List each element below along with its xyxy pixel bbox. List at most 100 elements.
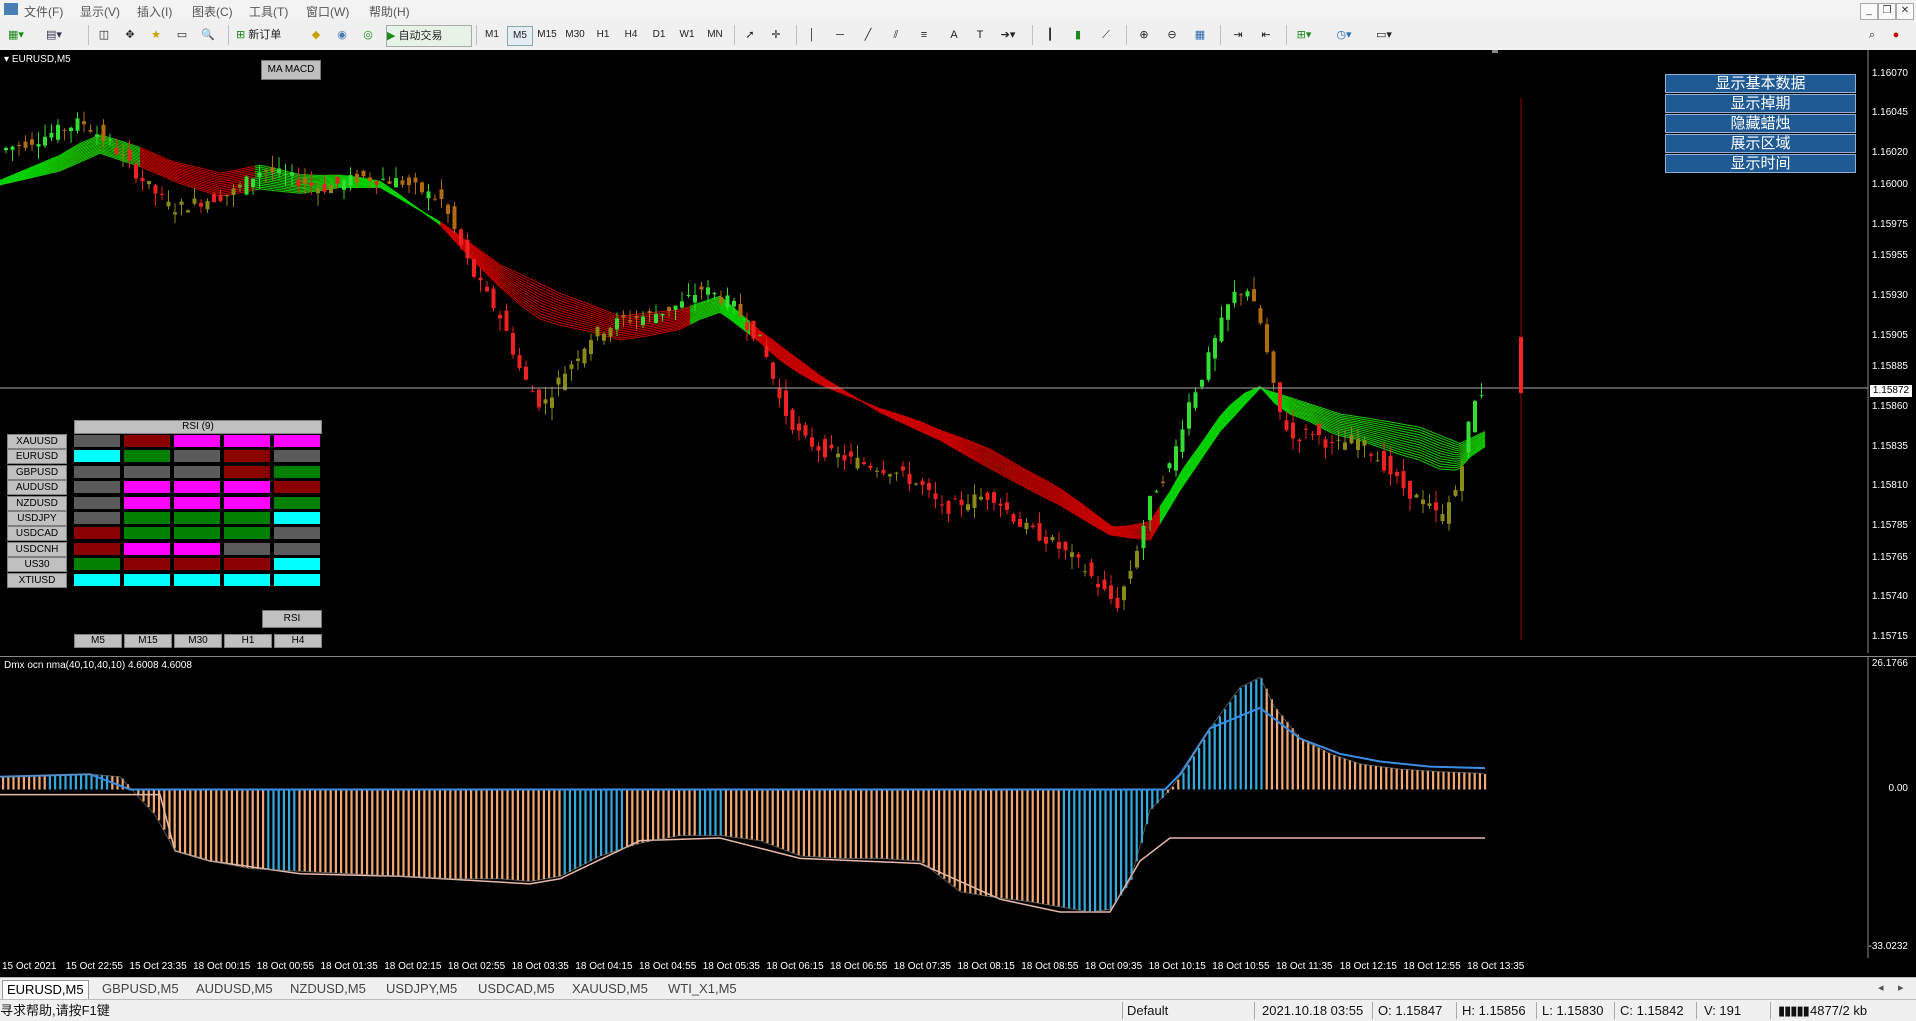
tab-gbpusd[interactable]: GBPUSD,M5 [98, 980, 183, 998]
line-chart-icon[interactable]: ⟋ [1096, 25, 1116, 45]
auto-scroll-icon[interactable]: ⇥ [1228, 25, 1248, 45]
show-zone-button[interactable]: 展示区域 [1665, 134, 1856, 153]
histogram-bar [251, 789, 254, 869]
candle-body [459, 229, 463, 246]
tf-m5[interactable]: M5 [507, 26, 533, 46]
price-pane[interactable]: ▾ EURUSD,M5 MA MACD 显示基本数据 显示掉期 隐藏蜡烛 展示区… [0, 50, 1916, 653]
navigator-icon[interactable]: ★ [146, 25, 166, 45]
metaeditor-icon[interactable]: ◆ [306, 25, 326, 45]
tf-m15[interactable]: M15 [535, 26, 559, 44]
tab-wti[interactable]: WTI_X1,M5 [664, 980, 741, 998]
menu-insert[interactable]: 插入(I) [137, 3, 172, 20]
tab-nzdusd[interactable]: NZDUSD,M5 [286, 980, 370, 998]
options-icon[interactable]: ◉ [332, 25, 352, 45]
histogram-bar [1296, 734, 1299, 790]
alert-icon[interactable]: ● [1886, 25, 1906, 45]
candle-body [706, 287, 710, 295]
menu-help[interactable]: 帮助(H) [369, 3, 410, 20]
zoom-in-icon[interactable]: ⊕ [1134, 25, 1154, 45]
time-tick-label: 18 Oct 08:15 [957, 961, 1015, 972]
search-icon[interactable]: ⌕ [1862, 25, 1882, 45]
channel-icon[interactable]: ⫽ [886, 25, 906, 45]
cursor-icon[interactable]: ➚ [740, 25, 760, 45]
tab-audusd[interactable]: AUDUSD,M5 [192, 980, 277, 998]
terminal-icon[interactable]: ▭ [172, 25, 192, 45]
histogram-bar [360, 789, 363, 875]
chart-window[interactable]: ▾ EURUSD,M5 MA MACD 显示基本数据 显示掉期 隐藏蜡烛 展示区… [0, 50, 1916, 977]
candle-body [1453, 489, 1458, 496]
candlestick-icon[interactable]: ▮ [1068, 25, 1088, 45]
tf-mn[interactable]: MN [703, 26, 727, 44]
indicators-icon[interactable]: ⊞▾ [1294, 25, 1314, 45]
menu-window[interactable]: 窗口(W) [306, 3, 349, 20]
ma-macd-button[interactable]: MA MACD [261, 60, 321, 80]
market-watch-icon[interactable]: ◫ [94, 25, 114, 45]
oscillator-chart[interactable] [0, 656, 1916, 958]
profiles-icon[interactable]: ▤▾ [44, 25, 64, 45]
menu-tools[interactable]: 工具(T) [249, 3, 288, 20]
candle-body [1102, 579, 1107, 590]
candle-body [1447, 502, 1451, 524]
minimize-icon[interactable]: _ [1860, 3, 1878, 20]
zoom-out-icon[interactable]: ⊖ [1162, 25, 1182, 45]
tf-h1[interactable]: H1 [591, 26, 615, 44]
histogram-bar [407, 789, 410, 877]
chart-shift-icon[interactable]: ⇤ [1256, 25, 1276, 45]
fibonacci-icon[interactable]: ≡ [914, 25, 934, 45]
new-chart-icon[interactable]: ▦▾ [6, 25, 26, 45]
restore-icon[interactable]: ❐ [1878, 3, 1896, 20]
tf-w1[interactable]: W1 [675, 26, 699, 44]
new-order-button[interactable]: ⊞ 新订单 [236, 25, 300, 45]
price-tick-label: 1.15835 [1871, 440, 1908, 452]
tf-d1[interactable]: D1 [647, 26, 671, 44]
show-swap-button[interactable]: 显示掉期 [1665, 94, 1856, 113]
templates-icon[interactable]: ▭▾ [1374, 25, 1394, 45]
show-time-button[interactable]: 显示时间 [1665, 154, 1856, 173]
candle-body [1161, 481, 1165, 483]
histogram-bar [428, 789, 431, 878]
auto-trade-button[interactable]: ▶ 自动交易 [386, 25, 472, 47]
rsi-cell [74, 496, 120, 509]
strategy-tester-icon[interactable]: 🔍 [198, 25, 218, 45]
close-icon[interactable]: ✕ [1896, 3, 1914, 20]
candle-body [667, 306, 671, 311]
tab-usdjpy[interactable]: USDJPY,M5 [382, 980, 461, 998]
hide-candles-button[interactable]: 隐藏蜡烛 [1665, 114, 1856, 133]
tab-eurusd[interactable]: EURUSD,M5 [2, 980, 89, 999]
ma-ribbon-line [0, 148, 1486, 537]
histogram-bar [1021, 789, 1024, 901]
tf-h4[interactable]: H4 [619, 26, 643, 44]
arrows-icon[interactable]: ➔▾ [998, 25, 1018, 45]
tf-m30[interactable]: M30 [563, 26, 587, 44]
indicator-pane[interactable]: Dmx ocn nma(40,10,40,10) 4.6008 4.6008 2… [0, 656, 1916, 958]
menu-charts[interactable]: 图表(C) [192, 3, 233, 20]
tab-scroll-left-icon[interactable]: ◂ [1878, 981, 1884, 994]
tab-scroll-right-icon[interactable]: ▸ [1898, 981, 1904, 994]
data-window-icon[interactable]: ✥ [120, 25, 140, 45]
text-icon[interactable]: A [944, 25, 964, 45]
histogram-bar [990, 789, 993, 897]
rsi-timeframe-label: M15 [124, 634, 172, 648]
rsi-button[interactable]: RSI [262, 610, 322, 628]
time-tick-label: 18 Oct 02:15 [384, 961, 442, 972]
menu-file[interactable]: 文件(F) [24, 3, 63, 20]
histogram-bar [33, 775, 36, 790]
vertical-line-icon[interactable]: │ [802, 25, 822, 45]
tab-xauusd[interactable]: XAUUSD,M5 [568, 980, 652, 998]
periods-icon[interactable]: ◷▾ [1334, 25, 1354, 45]
show-basic-data-button[interactable]: 显示基本数据 [1665, 74, 1856, 93]
candle-body [374, 181, 379, 185]
histogram-bar [948, 789, 951, 883]
tab-usdcad[interactable]: USDCAD,M5 [474, 980, 559, 998]
menu-view[interactable]: 显示(V) [80, 3, 120, 20]
bar-chart-icon[interactable]: ┃ [1040, 25, 1060, 45]
histogram-bar [1031, 789, 1034, 903]
rsi-cell [174, 527, 220, 540]
trendline-icon[interactable]: ╱ [858, 25, 878, 45]
text-label-icon[interactable]: T [970, 25, 990, 45]
tf-m1[interactable]: M1 [480, 26, 504, 44]
crosshair-icon[interactable]: ✛ [766, 25, 786, 45]
horizontal-line-icon[interactable]: ─ [830, 25, 850, 45]
tile-windows-icon[interactable]: ▦ [1190, 25, 1210, 45]
ma-ribbon-line [0, 138, 1486, 530]
